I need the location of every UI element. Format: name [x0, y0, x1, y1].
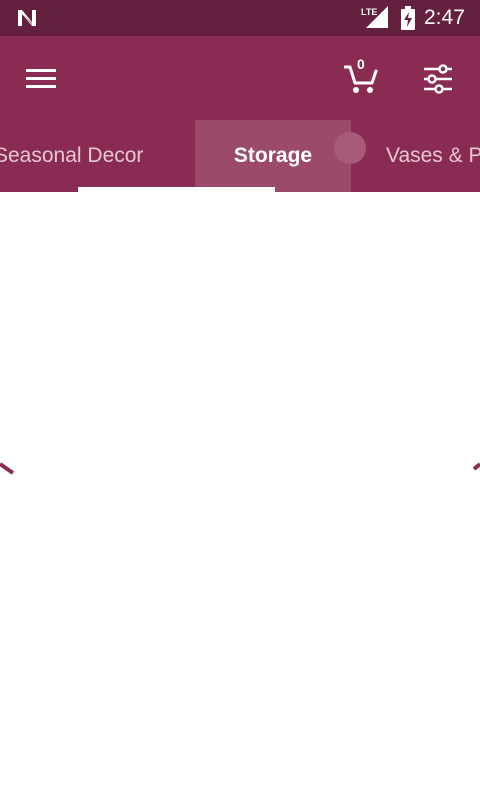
- cart-button[interactable]: 0: [336, 50, 386, 100]
- menu-button[interactable]: [16, 56, 68, 100]
- status-time: 2:47: [424, 6, 465, 29]
- android-n-logo-icon: [18, 10, 36, 26]
- hamburger-menu-icon: [26, 69, 56, 88]
- category-tab-bar: Seasonal Decor Storage Vases & Planters: [0, 120, 480, 192]
- shopping-cart-icon: [344, 65, 378, 93]
- touch-ripple: [334, 132, 366, 164]
- lte-label: LTE: [361, 7, 377, 17]
- battery-charging-icon: [401, 6, 415, 30]
- tab-vases-planters[interactable]: Vases & Planters: [386, 120, 480, 192]
- lte-signal-icon: LTE: [361, 6, 388, 28]
- status-bar: LTE 2:47: [0, 0, 480, 36]
- content-area: [0, 192, 480, 800]
- tab-storage[interactable]: Storage: [195, 120, 351, 192]
- app-bar: 0: [0, 36, 480, 120]
- app-screen: LTE 2:47 0 Seasonal Decor Storage Vases …: [0, 0, 480, 800]
- tab-seasonal-decor[interactable]: Seasonal Decor: [0, 120, 143, 192]
- filter-button[interactable]: [412, 54, 464, 102]
- sliders-icon: [424, 64, 452, 94]
- loading-spinner: [0, 462, 480, 475]
